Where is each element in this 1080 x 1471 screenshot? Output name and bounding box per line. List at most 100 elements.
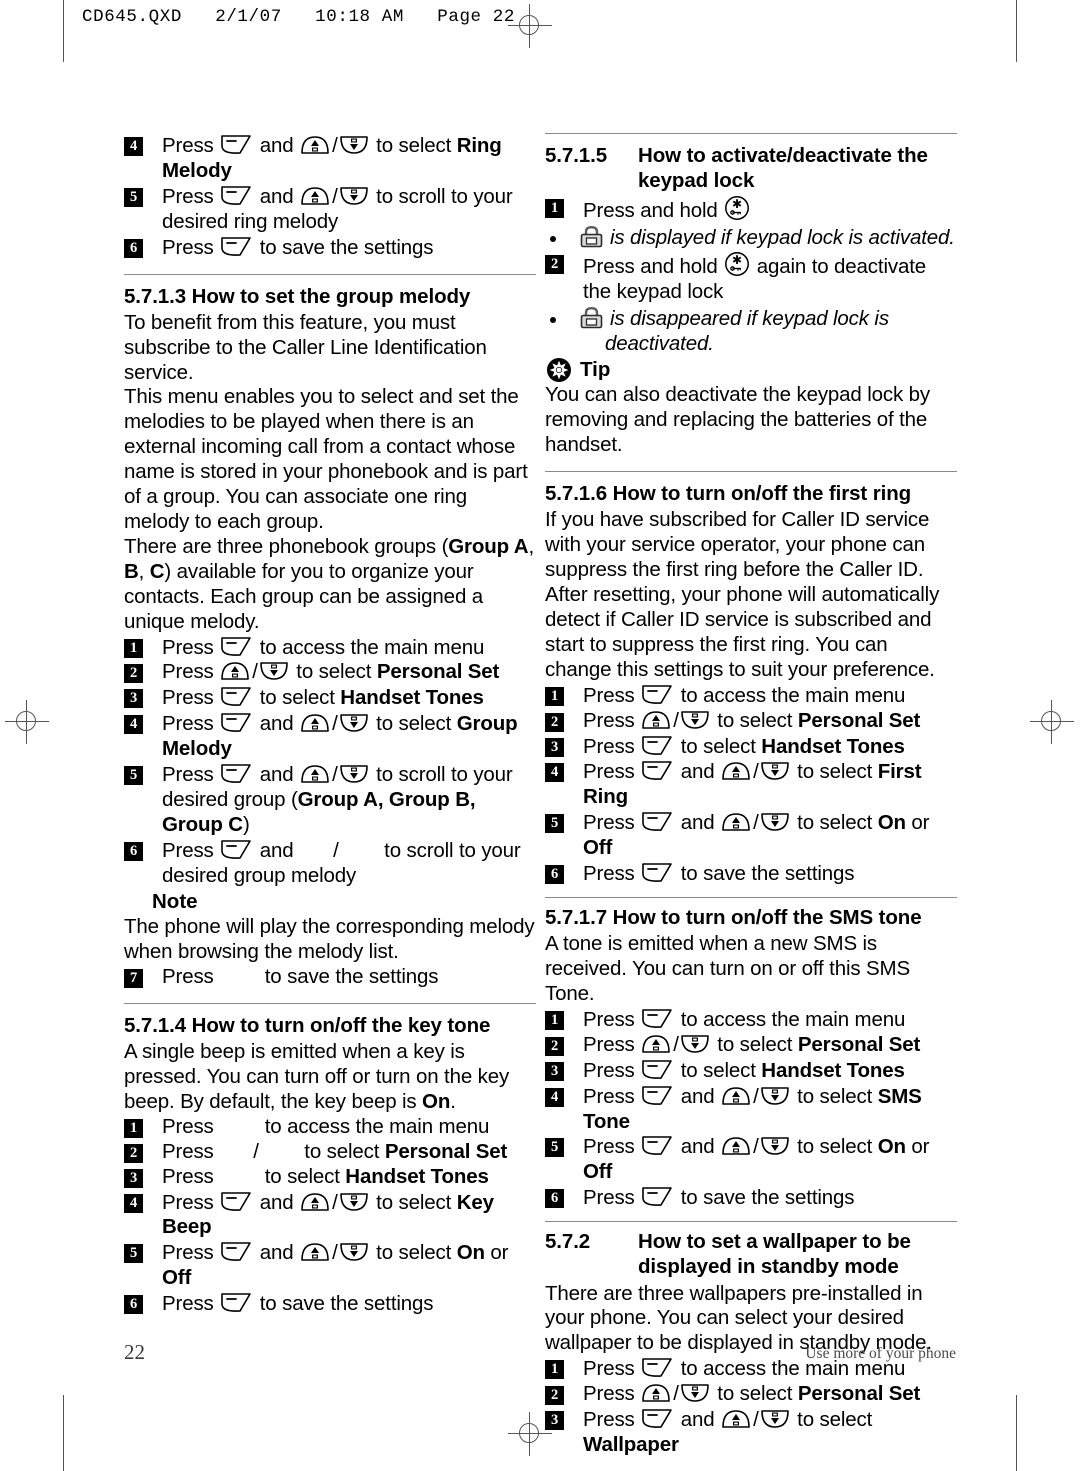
section-number: 5.7.1.6 — [545, 482, 607, 506]
right-column: 5.7.1.5 How to activate/deactivate the ke… — [545, 133, 957, 1458]
step-text-pre: Press — [162, 635, 220, 659]
step-text-pre: Press — [583, 708, 641, 732]
softkey-icon — [220, 685, 253, 708]
bullet-item: is disappeared if keypad lock is deactiv… — [545, 305, 957, 357]
groups-sep: , — [528, 534, 534, 558]
group-a-label: Group A — [448, 534, 529, 558]
step-text: Press and / to select Wallpaper — [583, 1408, 873, 1457]
step-text: Press and hold again to deactivate the k… — [583, 252, 926, 303]
step-text-post: to select — [791, 1135, 878, 1159]
step-bold-target: Personal Set — [384, 1139, 508, 1163]
step-text-post: to select — [675, 1058, 762, 1082]
step-text: Press and / to select Ring Melody — [162, 134, 502, 182]
scroll-up-icon — [300, 763, 331, 785]
softkey-icon — [220, 235, 253, 258]
step-text: Press / to select Personal Set — [583, 1032, 921, 1056]
scroll-down-icon — [760, 760, 791, 782]
scroll-up-icon — [300, 134, 331, 156]
intro-text-post: . — [450, 1089, 456, 1113]
running-footer-title: Use more of your phone — [805, 1345, 956, 1362]
scroll-up-icon — [721, 811, 752, 833]
softkey-icon — [641, 810, 674, 833]
softkey-icon — [220, 711, 253, 734]
group-melody-final-step: 7 Press to save the settings — [124, 965, 536, 990]
step-item: 6 Press to save the settings — [124, 1291, 536, 1317]
softkey-icon — [641, 861, 674, 884]
scroll-up-icon — [721, 1408, 752, 1430]
step-number: 3 — [124, 689, 143, 709]
step-text: Press to save the settings — [583, 1186, 855, 1209]
scroll-up-icon — [721, 760, 752, 782]
step-text-pre: Press — [162, 184, 220, 208]
step-number: 1 — [124, 1118, 143, 1138]
section-number: 5.7.1.3 — [124, 284, 186, 308]
step-text-conj: and — [254, 134, 300, 157]
step-text: Press and / to scroll to your desired gr… — [162, 838, 521, 887]
keypad-lock-bullet-list-1: is displayed if keypad lock is activated… — [545, 224, 957, 251]
step-item: 2 Press / to select Personal Set — [545, 709, 957, 734]
softkey-icon — [220, 635, 253, 658]
scroll-down-icon — [680, 1033, 711, 1055]
step-text-post: to select — [254, 686, 341, 710]
section-heading-5716: 5.7.1.6 How to turn on/off the first rin… — [545, 481, 957, 506]
scroll-down-icon — [680, 1382, 711, 1404]
step-text-pre: Press — [162, 660, 220, 684]
step-text-pre: Press — [162, 1114, 220, 1138]
step-text: Press and hold — [583, 196, 751, 222]
step-text: Press and / to scroll to your desired gr… — [162, 763, 513, 836]
step-number: 1 — [545, 686, 564, 706]
step-number: 2 — [124, 1143, 143, 1163]
step-number: 2 — [545, 712, 564, 732]
step-text-pre: Press — [162, 1292, 220, 1316]
groups-sep: , — [138, 559, 150, 583]
step-text-pre: Press — [162, 134, 220, 157]
softkey-icon — [641, 683, 674, 706]
step-number: 7 — [124, 969, 143, 989]
step-item: 4 Press and / to select Ring Melody — [124, 133, 536, 184]
step-text-or: or — [484, 1241, 509, 1265]
step-bold-target: Handset Tones — [340, 686, 484, 710]
step-item: 2 Press / to select Personal Set — [545, 1382, 957, 1407]
step-text-post: to select — [370, 712, 457, 736]
section-paragraph: To benefit from this feature, you must s… — [124, 310, 487, 384]
section-heading-5713: 5.7.1.3 How to set the group melody — [124, 284, 536, 309]
step-item: 3 Press to select Handset Tones — [545, 734, 957, 760]
section-heading-5715: 5.7.1.5 How to activate/deactivate the ke… — [545, 143, 957, 193]
step-text-or: or — [905, 1135, 930, 1159]
step-text-post: to select — [259, 1164, 346, 1188]
step-text: Press to access the main menu — [583, 684, 905, 707]
step-number: 3 — [545, 1061, 564, 1081]
groups-text-post: ) available for you to organize your con… — [124, 559, 483, 633]
step-number: 4 — [124, 1193, 143, 1213]
step-bold-target: Handset Tones — [761, 1058, 905, 1082]
step-bold-on: On — [877, 1135, 906, 1159]
sms-tone-step-list: 1 Press to access the main menu 2 Press … — [545, 1007, 957, 1211]
step-text: Press to select Handset Tones — [583, 1059, 905, 1082]
scroll-down-icon — [760, 811, 791, 833]
step-number: 3 — [545, 737, 564, 757]
step-text-post: to select — [298, 1139, 385, 1163]
step-text: Press / to select Personal Set — [162, 1139, 508, 1163]
step-number: 5 — [545, 1138, 564, 1158]
step-text-pre: Press — [583, 1135, 641, 1159]
section-number: 5.7.1.5 — [545, 144, 607, 167]
group-c-label: C — [149, 559, 165, 583]
group-melody-step-list: 1 Press to access the main menu 2 Press … — [124, 635, 536, 889]
step-text-post: to save the settings — [254, 235, 434, 259]
step-text-post: to select — [791, 1408, 873, 1432]
step-item: 3 Press and / to select Wallpaper — [545, 1407, 957, 1458]
step-text-pre: Press — [162, 1139, 220, 1163]
scroll-up-icon — [641, 709, 672, 731]
step-item: 5 Press and / to select On or Off — [545, 810, 957, 861]
step-text-post: to select — [791, 811, 878, 835]
scroll-up-icon — [300, 185, 331, 207]
missing-scroll-up-icon — [219, 1150, 253, 1160]
step-text-post: to save the settings — [675, 862, 855, 886]
step-text: Press to save the settings — [162, 1292, 434, 1316]
softkey-icon — [220, 762, 253, 785]
step-text-pre: Press — [583, 760, 641, 784]
step-bold-on: On — [877, 811, 906, 835]
softkey-icon — [220, 1190, 253, 1213]
step-number: 1 — [545, 1010, 564, 1030]
step-item: 4 Press and / to select SMS Tone — [545, 1084, 957, 1135]
